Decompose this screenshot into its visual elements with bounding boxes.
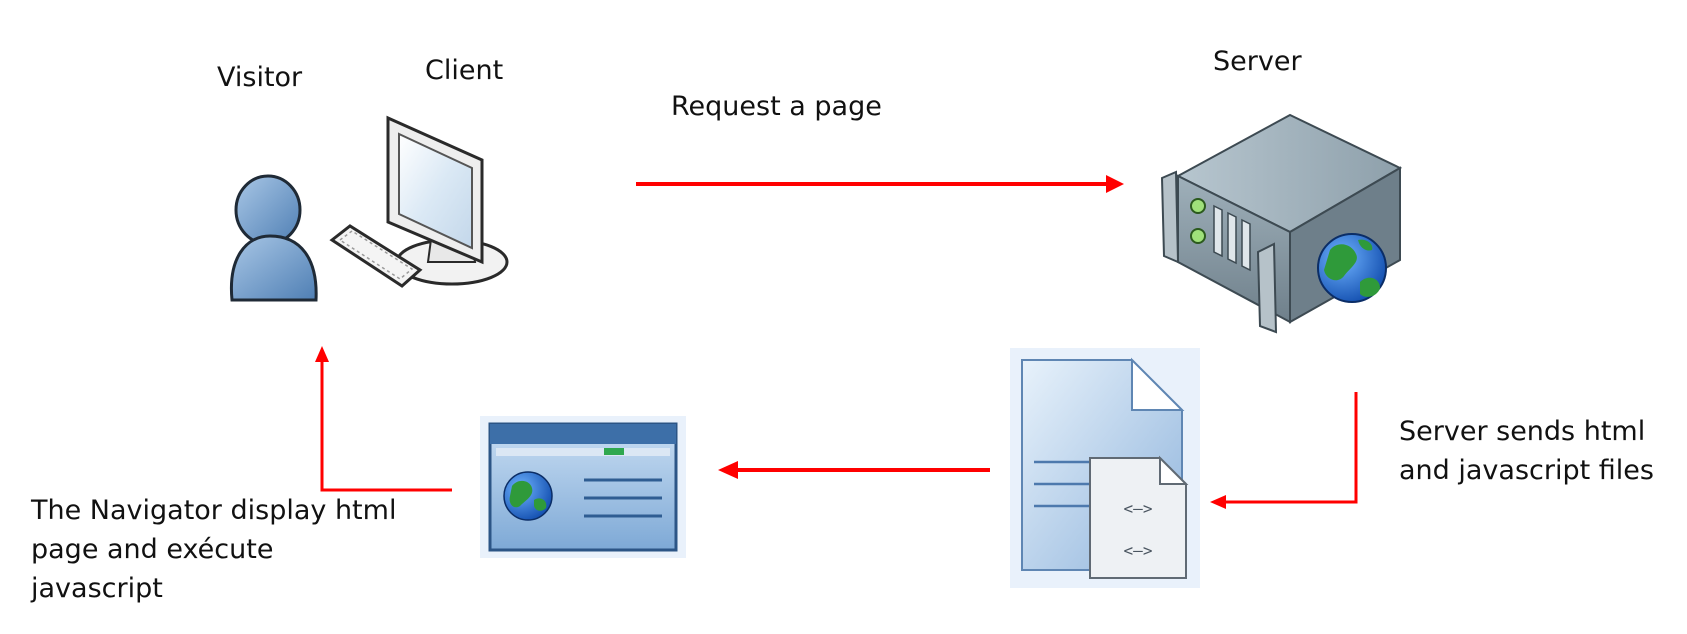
arrow-files-to-browser xyxy=(718,461,990,479)
arrow-request xyxy=(636,175,1124,193)
server-label: Server xyxy=(1213,46,1302,77)
arrow-browser-to-visitor xyxy=(315,346,452,492)
navigator-line: page and exécute xyxy=(31,534,274,566)
web-server-icon xyxy=(1160,113,1403,334)
server-sends-line: and javascript files xyxy=(1399,455,1654,487)
navigator-line: The Navigator display html xyxy=(31,495,397,526)
arrow-server-to-files xyxy=(1210,392,1358,509)
client-label: Client xyxy=(425,55,504,86)
navigator-line: javascript xyxy=(31,573,163,605)
globe-icon xyxy=(1317,233,1387,303)
navigator-label: The Navigator display html page and exéc… xyxy=(31,491,396,608)
server-sends-line: Server sends html xyxy=(1399,416,1646,447)
request-label: Request a page xyxy=(671,91,882,122)
user-icon xyxy=(229,174,318,302)
visitor-label: Visitor xyxy=(217,62,303,93)
server-sends-label: Server sends html and javascript files xyxy=(1399,412,1654,490)
html-script-files-icon: <—> <—> xyxy=(1010,348,1200,588)
browser-window-icon xyxy=(480,416,686,558)
svg-text:<—>: <—> xyxy=(1124,499,1153,518)
svg-text:<—>: <—> xyxy=(1124,541,1153,560)
desktop-computer-icon xyxy=(329,115,509,288)
